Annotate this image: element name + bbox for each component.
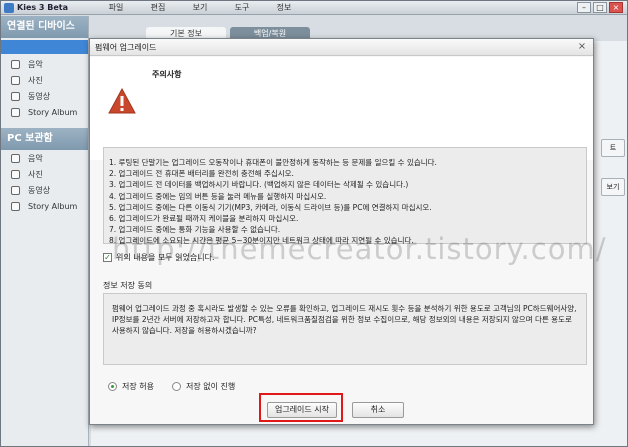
music-icon: [11, 153, 20, 163]
menu-view[interactable]: 보기: [179, 2, 221, 13]
list-item: 5. 업그레이드 중에는 다른 이동식 기기(MP3, 카메라, 이동식 드라이…: [109, 202, 432, 212]
album-icon: [11, 107, 20, 117]
consent-title: 정보 저장 동의: [103, 281, 153, 290]
consent-text: 펌웨어 업그레이드 과정 중 혹시라도 발생할 수 있는 오류를 확인하고, 업…: [103, 293, 587, 365]
cancel-button[interactable]: 취소: [352, 402, 404, 418]
menu-bar: 파일 편집 보기 도구 정보: [95, 2, 305, 13]
sidebar-item-label: 동영상: [28, 91, 51, 101]
pc-library-header: PC 보관함: [1, 128, 88, 150]
agree-checkbox[interactable]: ✓: [103, 253, 112, 262]
list-item: 6. 업그레이드가 완료될 때까지 케이블을 분리하지 마십시오.: [109, 214, 299, 224]
close-icon[interactable]: ×: [576, 40, 588, 54]
photo-icon: [11, 75, 20, 85]
dialog-title: 펌웨어 업그레이드: [90, 39, 593, 56]
menu-edit[interactable]: 편집: [137, 2, 179, 13]
sidebar-item-story-album[interactable]: Story Album: [1, 104, 88, 120]
sidebar-item-label: 음악: [28, 59, 43, 69]
sidebar-item-label: 음악: [28, 153, 43, 163]
maximize-icon[interactable]: □: [593, 2, 607, 13]
window-controls: – □ ×: [577, 2, 623, 13]
video-icon: [11, 91, 20, 101]
sidebar-item-label: 사진: [28, 75, 43, 85]
kies-logo-icon: [4, 2, 14, 13]
sidebar-item-pc-music[interactable]: 음악: [1, 150, 88, 166]
view-button[interactable]: 보기: [601, 178, 625, 196]
list-item: 1. 루팅된 단말기는 업그레이드 오동작이나 휴대폰이 불안정하게 동작하는 …: [109, 158, 437, 167]
device-item-selected[interactable]: [1, 40, 88, 54]
radio-proceed-without-storage[interactable]: 저장 없이 진행: [171, 381, 236, 392]
sidebar: 연결된 디바이스 음악 사진 동영상 Story Album PC 보관함 음악…: [1, 16, 89, 446]
warning-icon: [108, 88, 136, 114]
consent-radio-group: 저장 허용 저장 없이 진행: [108, 381, 235, 392]
radio-unselected-icon[interactable]: [171, 382, 181, 391]
menu-file[interactable]: 파일: [95, 2, 137, 13]
watermark-text: http://themecreator.tistory.com/: [112, 232, 607, 266]
photo-icon: [11, 169, 20, 179]
connected-devices-header: 연결된 디바이스: [1, 16, 88, 38]
sidebar-item-label: Story Album: [28, 201, 78, 211]
radio-deny-label: 저장 없이 진행: [185, 382, 236, 391]
sidebar-item-photo[interactable]: 사진: [1, 72, 88, 88]
sidebar-item-pc-video[interactable]: 동영상: [1, 182, 88, 198]
radio-selected-icon[interactable]: [108, 382, 117, 391]
warning-label: 주의사항: [152, 70, 182, 79]
sidebar-item-label: 사진: [28, 169, 43, 179]
red-highlight-box: [259, 393, 343, 422]
close-window-icon[interactable]: ×: [609, 2, 623, 13]
sidebar-item-video[interactable]: 동영상: [1, 88, 88, 104]
right-side-button[interactable]: 트: [601, 139, 625, 157]
sidebar-item-pc-photo[interactable]: 사진: [1, 166, 88, 182]
sidebar-item-pc-story-album[interactable]: Story Album: [1, 198, 88, 214]
list-item: 2. 업그레이드 전 휴대폰 배터리를 완전히 충전해 주십시오.: [109, 169, 294, 179]
notice-box: 1. 루팅된 단말기는 업그레이드 오동작이나 휴대폰이 불안정하게 동작하는 …: [103, 147, 587, 245]
menu-info[interactable]: 정보: [263, 2, 305, 13]
video-icon: [11, 185, 20, 195]
sidebar-item-music[interactable]: 음악: [1, 56, 88, 72]
app-title: Kies 3 Beta: [17, 3, 69, 12]
list-item: 3. 업그레이드 전 데이터를 백업하시기 바랍니다. (백업하지 않은 데이터…: [109, 180, 409, 190]
sidebar-item-label: Story Album: [28, 107, 78, 117]
sidebar-item-label: 동영상: [28, 185, 51, 195]
list-item: 4. 업그레이드 중에는 임의 버튼 등을 눌러 메뉴를 실행하지 마십시오.: [109, 191, 327, 201]
music-icon: [11, 59, 20, 69]
warning-header: 주의사항: [90, 57, 593, 160]
title-bar: Kies 3 Beta 파일 편집 보기 도구 정보 – □ ×: [1, 1, 627, 15]
minimize-icon[interactable]: –: [577, 2, 591, 13]
radio-allow-storage[interactable]: 저장 허용: [108, 381, 154, 392]
menu-tools[interactable]: 도구: [221, 2, 263, 13]
radio-allow-label: 저장 허용: [122, 382, 154, 391]
album-icon: [11, 201, 20, 211]
